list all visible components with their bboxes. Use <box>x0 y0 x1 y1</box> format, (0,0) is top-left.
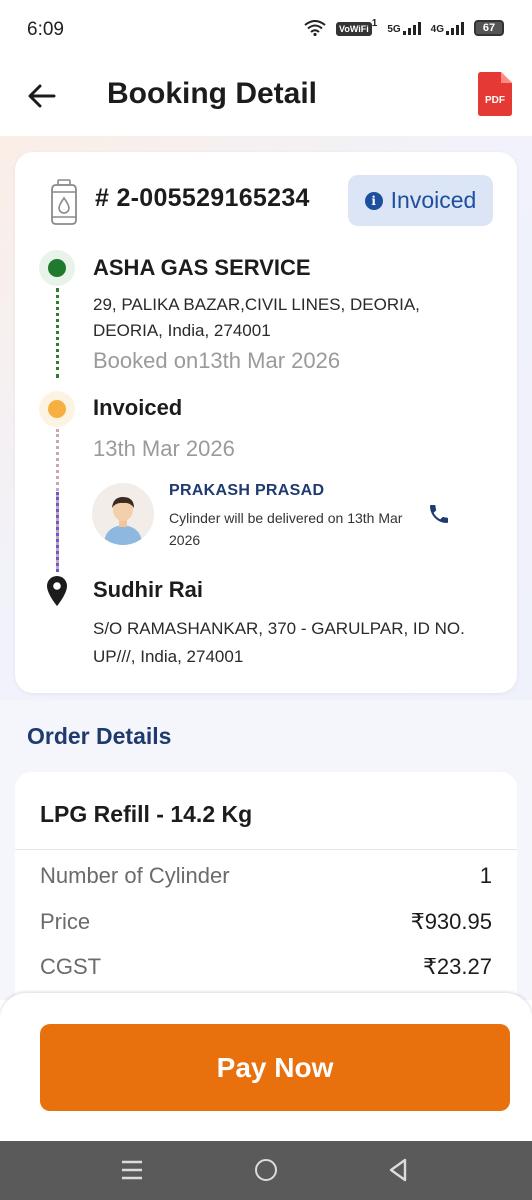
timeline-line-delivery <box>56 492 59 572</box>
order-row-label: Price <box>40 909 91 934</box>
delivery-agent-name: PRAKASH PRASAD <box>169 482 325 499</box>
signal-5g-icon: 5G <box>387 21 421 35</box>
pay-now-button[interactable]: Pay Now <box>40 1024 510 1111</box>
app-header: Booking Detail PDF <box>0 60 532 136</box>
phone-call-icon[interactable] <box>427 502 451 526</box>
order-row-value: 1 <box>479 863 492 888</box>
order-row-value: ₹930.95 <box>410 909 492 934</box>
page-title: Booking Detail <box>107 77 318 110</box>
gas-cylinder-icon <box>51 179 77 225</box>
vowifi-badge: VoWiFi1 <box>336 18 377 37</box>
back-arrow-icon[interactable] <box>26 80 58 112</box>
customer-address: S/O RAMASHANKAR, 370 - GARULPAR, ID NO. … <box>93 619 465 666</box>
delivery-agent-avatar <box>92 483 154 545</box>
timeline-line-booked <box>56 288 59 378</box>
wifi-icon <box>304 19 326 36</box>
agency-name: ASHA GAS SERVICE <box>93 255 311 280</box>
system-back-icon[interactable] <box>388 1158 408 1182</box>
person-avatar-icon <box>92 483 154 545</box>
customer-name: Sudhir Rai <box>93 577 204 602</box>
location-pin-icon <box>47 576 67 606</box>
bottom-action-sheet: Pay Now <box>0 993 532 1141</box>
product-name: LPG Refill - 14.2 Kg <box>40 801 253 827</box>
timeline-dot-booked <box>48 259 66 277</box>
pdf-download-icon[interactable]: PDF <box>478 72 512 116</box>
invoiced-label: Invoiced <box>93 395 183 420</box>
invoiced-date: 13th Mar 2026 <box>93 436 235 461</box>
booked-on-date: Booked on13th Mar 2026 <box>93 348 341 373</box>
timeline-dot-invoiced <box>48 400 66 418</box>
signal-4g-icon: 4G <box>431 21 464 35</box>
order-row-label: Number of Cylinder <box>40 863 230 888</box>
delivery-message: Cylinder will be delivered on 13th Mar 2… <box>169 510 403 548</box>
status-bar: 6:09 VoWiFi1 5G 4G 67 <box>0 0 532 60</box>
agency-address: 29, PALIKA BAZAR,CIVIL LINES, DEORIA, DE… <box>93 295 420 340</box>
booking-id: # 2-005529165234 <box>95 184 310 212</box>
system-nav-bar <box>0 1141 532 1200</box>
pdf-label: PDF <box>485 95 505 106</box>
battery-icon: 67 <box>474 19 504 36</box>
divider <box>15 849 517 850</box>
booking-card: # 2-005529165234 i Invoiced ASHA GAS SER… <box>15 152 517 693</box>
status-badge-text: Invoiced <box>390 187 477 213</box>
info-icon: i <box>364 191 383 210</box>
order-details-title: Order Details <box>27 723 172 749</box>
order-row-label: CGST <box>40 954 102 979</box>
order-row-value: ₹23.27 <box>422 954 492 979</box>
status-badge: i Invoiced <box>348 175 493 226</box>
status-time: 6:09 <box>27 19 64 40</box>
recent-apps-icon[interactable] <box>120 1159 144 1181</box>
status-icons: VoWiFi1 5G 4G 67 <box>304 18 504 37</box>
home-icon[interactable] <box>255 1159 277 1181</box>
